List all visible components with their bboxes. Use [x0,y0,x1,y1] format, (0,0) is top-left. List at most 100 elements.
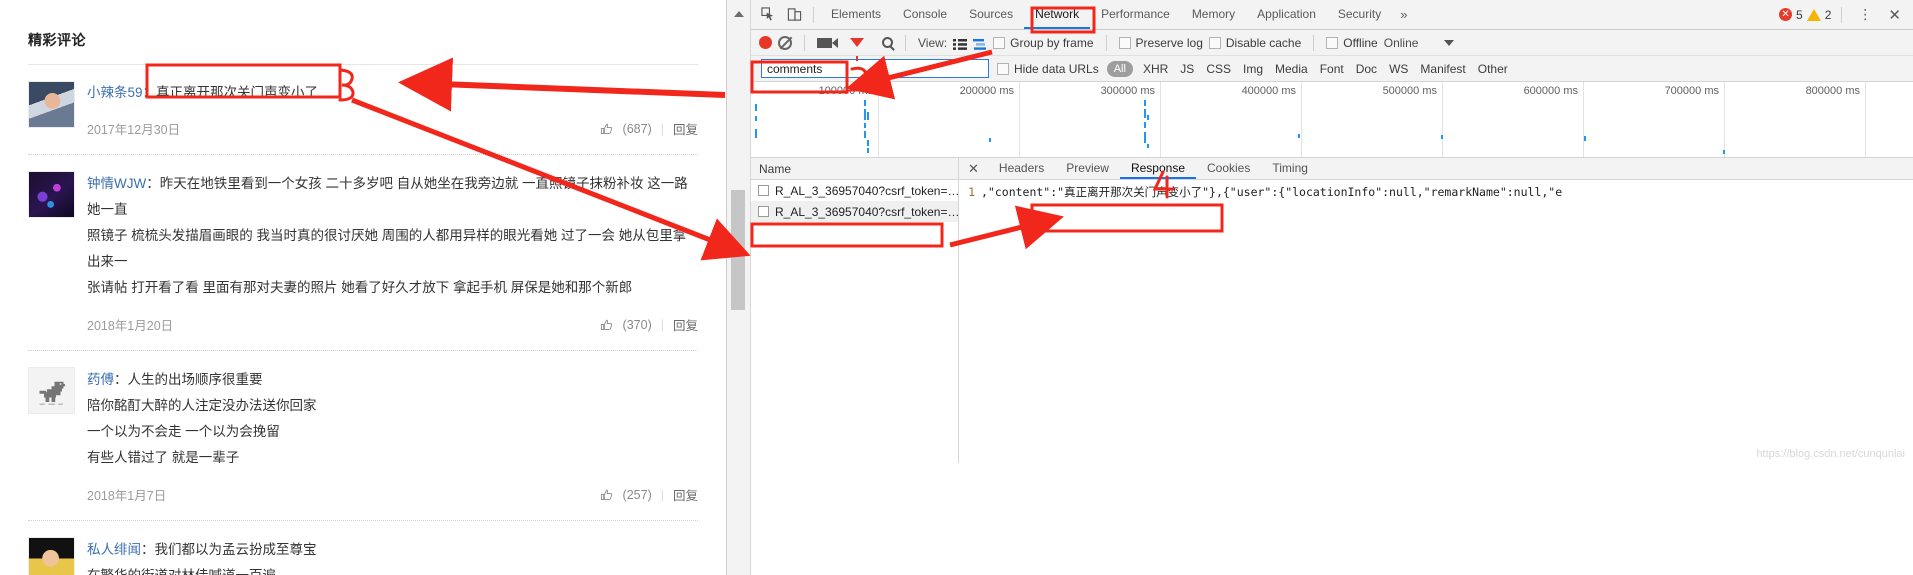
network-overview-timeline[interactable]: 100000 ms 200000 ms 300000 ms 400000 ms … [751,82,1913,158]
waterfall-view-icon[interactable] [973,37,987,50]
detail-tab-preview[interactable]: Preview [1055,158,1120,179]
record-button-icon[interactable] [759,36,772,49]
search-icon[interactable] [882,37,893,48]
detail-tab-headers[interactable]: Headers [988,158,1055,179]
filter-type-all[interactable]: All [1106,60,1133,77]
group-by-frame-option[interactable]: Group by frame [993,35,1094,50]
warning-icon [1806,8,1821,21]
devtools-menu-icon[interactable]: ⋮ [1852,6,1878,23]
filter-type-font[interactable]: Font [1318,62,1346,76]
table-row[interactable]: R_AL_3_36957040?csrf_token=… [751,180,958,201]
filter-type-ws[interactable]: WS [1387,62,1410,76]
list-view-icon[interactable] [953,37,968,50]
close-devtools-icon[interactable]: ✕ [1882,6,1907,24]
reply-button[interactable]: 回复 [673,315,698,334]
tab-sources[interactable]: Sources [958,0,1024,29]
comment-author[interactable]: 钟情WJW [87,176,146,191]
offline-checkbox[interactable] [1326,36,1339,49]
thumbs-up-icon[interactable] [600,488,614,502]
table-row[interactable]: R_AL_3_36957040?csrf_token=… [751,201,958,222]
thumbs-up-icon[interactable] [600,318,614,332]
timeline-tick-label: 400000 ms [1241,85,1296,97]
group-by-frame-checkbox[interactable] [993,36,1006,49]
filter-type-doc[interactable]: Doc [1354,62,1379,76]
tab-security[interactable]: Security [1327,0,1392,29]
reply-button[interactable]: 回复 [673,119,698,138]
network-content-split: Name R_AL_3_36957040?csrf_token=… R_AL_3… [751,158,1913,463]
avatar[interactable] [28,367,75,414]
preserve-log-checkbox[interactable] [1118,36,1131,49]
reply-button[interactable]: 回复 [673,485,698,504]
request-name: R_AL_3_36957040?csrf_token=… [775,204,958,219]
disable-cache-option[interactable]: Disable cache [1208,36,1301,50]
request-checkbox[interactable] [758,206,769,217]
response-text-pre: ,"content" [981,185,1051,199]
filter-type-img[interactable]: Img [1241,62,1265,76]
comment-item: 钟情WJW：昨天在地铁里看到一个女孩 二十多岁吧 自从她坐在我旁边就 一直照镜子… [28,155,698,350]
scroll-up-arrow-icon[interactable] [734,11,744,17]
warning-count: 2 [1824,7,1832,22]
warning-badge[interactable]: 2 [1806,7,1832,22]
tab-network[interactable]: Network [1024,0,1090,29]
offline-option[interactable]: Offline [1326,35,1378,50]
filter-type-other[interactable]: Other [1476,62,1510,76]
close-detail-icon[interactable]: ✕ [959,161,988,177]
scrollbar-thumb[interactable] [731,190,745,310]
error-count: 5 [1796,7,1803,22]
tab-elements[interactable]: Elements [820,0,892,29]
inspect-element-icon[interactable] [755,2,781,28]
device-toolbar-icon[interactable] [781,2,807,28]
error-badge[interactable]: ✕ 5 [1779,8,1803,22]
filter-type-manifest[interactable]: Manifest [1418,62,1467,76]
avatar[interactable] [28,537,75,575]
filter-type-css[interactable]: CSS [1204,62,1233,76]
response-body[interactable]: 1 ,"content":"真正离开那次关门声变小了"},{"user":{"lo… [959,180,1913,200]
offline-label: Offline [1343,35,1378,50]
filter-type-xhr[interactable]: XHR [1141,62,1170,76]
throttling-dropdown-icon[interactable] [1444,39,1455,46]
disable-cache-checkbox[interactable] [1208,36,1221,49]
avatar[interactable] [28,81,75,128]
group-by-frame-label: Group by frame [1010,35,1094,50]
request-checkbox[interactable] [758,185,769,196]
comment-line: 一个以为不会走 一个以为会挽留 [87,424,280,439]
thumbs-up-icon[interactable] [600,122,614,136]
avatar[interactable] [28,171,75,218]
comment-header-line: 药傅：人生的出场顺序很重要 [87,367,698,393]
hide-data-urls-checkbox[interactable] [997,62,1009,75]
comment-line: 照镜子 梳梳头发描眉画眼的 我当时真的很讨厌她 周围的人都用异样的眼光看她 过了… [87,228,687,269]
tab-application[interactable]: Application [1246,0,1327,29]
clear-button-icon[interactable] [778,35,792,50]
filter-input[interactable] [761,59,989,78]
timeline-tick-label: 600000 ms [1523,85,1578,97]
tab-performance[interactable]: Performance [1090,0,1181,29]
screenshot-capture-icon[interactable] [817,37,838,48]
timeline-tick-label: 500000 ms [1382,85,1437,97]
dinosaur-icon [39,381,65,405]
filter-toggle-icon[interactable] [850,38,864,61]
hide-data-urls-option[interactable]: Hide data URLs [997,62,1099,76]
network-filterbar: Hide data URLs All XHR JS CSS Img Media … [751,56,1913,82]
preserve-log-option[interactable]: Preserve log [1118,36,1203,50]
comment-author[interactable]: 药傅 [87,372,114,387]
detail-tab-cookies[interactable]: Cookies [1196,158,1261,179]
devtools-scroll-gutter[interactable] [727,0,751,575]
request-name: R_AL_3_36957040?csrf_token=… [775,183,958,198]
comment-date: 2017年12月30日 [87,123,181,137]
detail-tab-response[interactable]: Response [1120,158,1196,179]
badge-divider [1841,6,1843,23]
timeline-tick-label: 700000 ms [1664,85,1719,97]
tab-console[interactable]: Console [892,0,958,29]
tab-memory[interactable]: Memory [1181,0,1246,29]
comment-text: 昨天在地铁里看到一个女孩 二十多岁吧 自从她坐在我旁边就 一直照镜子抹粉补妆 这… [87,176,688,217]
detail-tab-timing[interactable]: Timing [1261,158,1319,179]
comment-author[interactable]: 小辣条59 [87,85,143,100]
filter-type-js[interactable]: JS [1178,62,1196,76]
devtools-panel: Elements Console Sources Network Perform… [726,0,1913,575]
filter-type-media[interactable]: Media [1273,62,1310,76]
screenshot-root: 精彩评论 小辣条59：真正离开那次关门声变小了 2017年12月30日 (687… [0,0,1913,575]
comment-text: 人生的出场顺序很重要 [127,372,263,387]
comment-author[interactable]: 私人绯闻 [87,542,141,557]
more-tabs-chevron-icon[interactable]: » [1392,7,1415,22]
column-header-name[interactable]: Name [751,158,958,180]
